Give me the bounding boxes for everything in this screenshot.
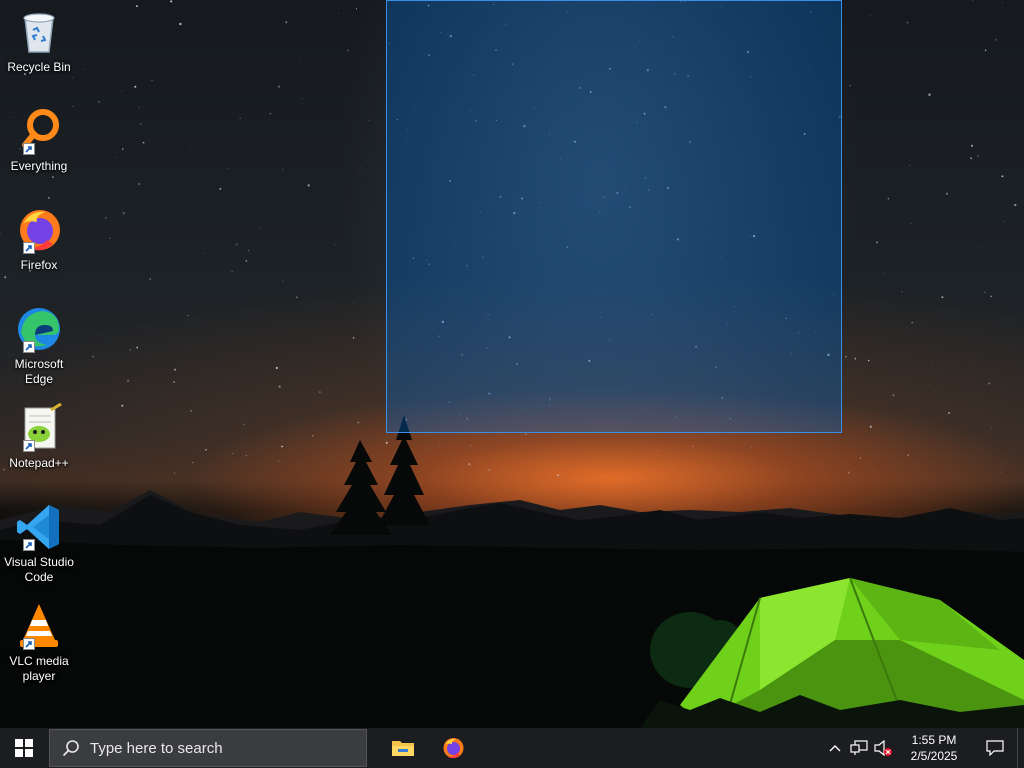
network-button[interactable] bbox=[847, 728, 871, 768]
notification-icon bbox=[986, 740, 1004, 756]
desktop-icon-vlc-media-player[interactable]: VLC media player bbox=[2, 600, 76, 684]
shortcut-arrow-icon bbox=[23, 638, 35, 650]
volume-button[interactable] bbox=[871, 728, 895, 768]
taskbar-search-box[interactable] bbox=[49, 729, 367, 767]
shortcut-arrow-icon bbox=[23, 539, 35, 551]
shortcut-arrow-icon bbox=[23, 242, 35, 254]
icon-label: Visual Studio Code bbox=[4, 555, 74, 584]
windows-logo-icon bbox=[15, 739, 33, 757]
desktop-icon-visual-studio-code[interactable]: Visual Studio Code bbox=[2, 501, 76, 585]
desktop-icon-firefox[interactable]: Firefox bbox=[2, 204, 76, 273]
file-explorer-icon bbox=[392, 741, 414, 756]
icon-label: Firefox bbox=[20, 258, 58, 272]
icon-label: Recycle Bin bbox=[7, 60, 71, 74]
search-icon bbox=[62, 740, 79, 757]
firefox-icon bbox=[443, 738, 464, 759]
firefox-icon bbox=[13, 204, 65, 256]
clock-date: 2/5/2025 bbox=[910, 749, 958, 763]
desktop-selection-rectangle bbox=[386, 0, 842, 433]
desktop-icon-everything[interactable]: Everything bbox=[2, 105, 76, 174]
taskbar-firefox-button[interactable] bbox=[429, 728, 477, 768]
start-button[interactable] bbox=[0, 728, 48, 768]
icon-label: Microsoft Edge bbox=[14, 357, 64, 386]
taskbar: 1:55 PM 2/5/2025 bbox=[0, 728, 1024, 768]
volume-muted-icon bbox=[874, 740, 892, 756]
icon-label: Notepad++ bbox=[9, 456, 69, 470]
vlc-icon bbox=[13, 600, 65, 652]
icon-label: Everything bbox=[10, 159, 68, 173]
edge-icon bbox=[13, 303, 65, 355]
desktop-icon-recycle-bin[interactable]: Recycle Bin bbox=[2, 6, 76, 75]
desktop-icon-notepad-plus-plus[interactable]: Notepad++ bbox=[2, 402, 76, 471]
recycle-bin-icon bbox=[13, 6, 65, 58]
shortcut-arrow-icon bbox=[23, 143, 35, 155]
shortcut-arrow-icon bbox=[23, 440, 35, 452]
taskbar-clock[interactable]: 1:55 PM 2/5/2025 bbox=[901, 732, 967, 764]
clock-time: 1:55 PM bbox=[911, 733, 957, 747]
show-desktop-button[interactable] bbox=[1017, 728, 1024, 768]
show-hidden-icons-button[interactable] bbox=[823, 728, 847, 768]
desktop-icon-microsoft-edge[interactable]: Microsoft Edge bbox=[2, 303, 76, 387]
action-center-button[interactable] bbox=[973, 728, 1017, 768]
shortcut-arrow-icon bbox=[23, 341, 35, 353]
notepad-plus-plus-icon bbox=[13, 402, 65, 454]
search-input[interactable] bbox=[90, 739, 350, 757]
system-tray: 1:55 PM 2/5/2025 bbox=[823, 728, 1024, 768]
everything-search-icon bbox=[13, 105, 65, 157]
icon-label: VLC media player bbox=[9, 654, 69, 683]
taskbar-file-explorer-button[interactable] bbox=[379, 728, 427, 768]
vscode-icon bbox=[13, 501, 65, 553]
chevron-up-icon bbox=[829, 745, 841, 752]
network-icon bbox=[850, 740, 868, 755]
